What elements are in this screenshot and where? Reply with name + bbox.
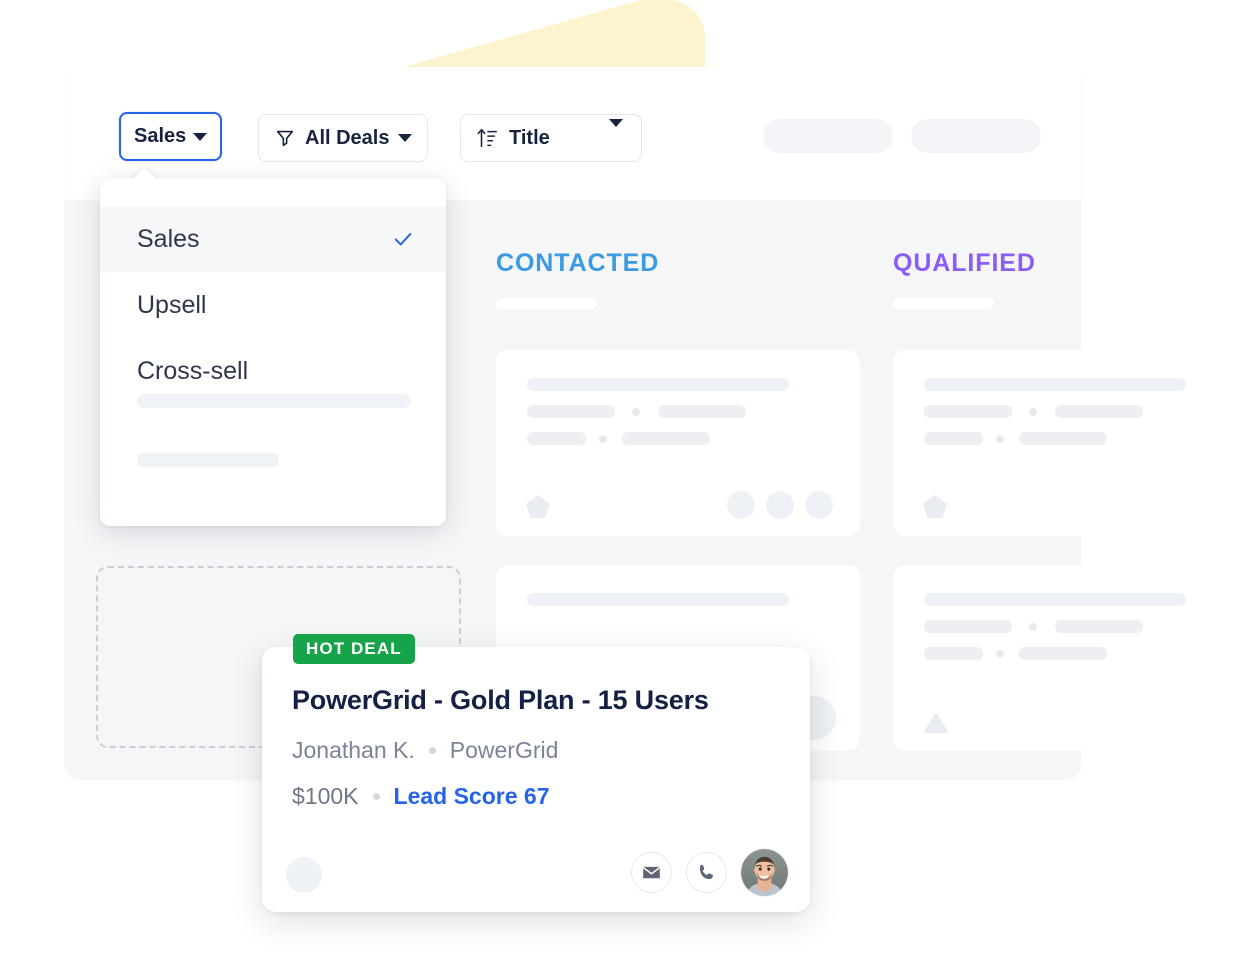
skeleton-dot [996,435,1004,443]
dropdown-item-list: Sales Upsell Cross-sell [100,206,446,404]
check-icon [394,232,412,246]
skeleton-title-bar [924,593,1186,606]
skeleton-avatar [727,491,755,519]
skeleton-bar [1055,620,1143,633]
chevron-down-icon [193,132,208,141]
skeleton-bar [658,405,746,418]
skeleton-card[interactable] [893,565,1240,751]
deal-amount: $100K [292,783,359,809]
owner-avatar[interactable] [741,849,788,896]
dropdown-item-label: Upsell [137,290,207,319]
skeleton-bar [924,620,1012,633]
dropdown-skeleton-bar [137,394,411,408]
pentagon-icon [923,495,947,518]
dropdown-item-sales[interactable]: Sales [100,206,446,272]
column-title-qualified: QUALIFIED [893,249,1036,277]
email-action-button[interactable] [631,852,672,893]
skeleton-bar [924,405,1012,418]
sort-button[interactable]: Title [460,114,642,162]
skeleton-bar [1055,405,1143,418]
skeleton-bar [527,432,586,445]
skeleton-dot [1029,623,1037,631]
dropdown-skeleton-bar [137,453,279,467]
skeleton-bar [1019,647,1107,660]
skeleton-title-bar [527,378,789,391]
skeleton-bar [924,647,983,660]
call-action-button[interactable] [686,852,727,893]
skeleton-bar [924,432,983,445]
pipeline-selector-button[interactable]: Sales [119,112,223,161]
triangle-icon [923,712,949,733]
deal-value-row: $100K Lead Score 67 [292,783,549,810]
skeleton-avatar [805,491,833,519]
dropdown-arrow [128,168,162,179]
skeleton-dot [996,650,1004,658]
separator-dot-icon [372,793,380,800]
deal-title: PowerGrid - Gold Plan - 15 Users [292,685,709,715]
deal-filter-button[interactable]: All Deals [258,114,429,162]
separator-dot-icon [428,747,436,754]
skeleton-card[interactable] [496,350,860,536]
deal-lead-score[interactable]: Lead Score 67 [394,783,550,810]
pipeline-dropdown-menu: Sales Upsell Cross-sell [100,178,446,526]
filter-funnel-icon [276,130,294,147]
toolbar-placeholder-pill-1 [763,119,893,153]
dropdown-item-label: Sales [137,224,200,253]
pentagon-icon [526,495,550,518]
column-subtitle-placeholder-qualified [893,298,994,309]
phone-icon [699,864,713,880]
envelope-icon [642,866,661,879]
deal-placeholder-circle [286,857,322,893]
skeleton-bar [1019,432,1107,445]
chevron-down-icon [398,134,413,142]
deal-contact-row: Jonathan K. PowerGrid [292,737,558,764]
dropdown-item-upsell[interactable]: Upsell [100,272,446,338]
skeleton-dot [599,435,607,443]
column-subtitle-placeholder-contacted [496,298,597,309]
deal-action-bar [631,849,788,896]
skeleton-avatar [766,491,794,519]
deal-filter-label: All Deals [305,126,390,149]
sort-field-label: Title [509,126,550,149]
deal-contact-name: Jonathan K. [292,737,415,763]
skeleton-bar [527,405,615,418]
deal-card[interactable]: HOT DEAL PowerGrid - Gold Plan - 15 User… [262,634,810,912]
dropdown-item-label: Cross-sell [137,356,249,385]
deal-company-name: PowerGrid [449,737,559,763]
chevron-down-icon [609,118,623,149]
skeleton-card[interactable] [893,350,1240,536]
skeleton-bar [622,432,710,445]
sort-ascending-icon [477,128,497,148]
status-badge: HOT DEAL [293,634,415,664]
sort-caret-wrap [609,118,623,150]
skeleton-title-bar [527,593,789,606]
skeleton-dot [1029,408,1037,416]
skeleton-dot [632,408,640,416]
pipeline-selector-label: Sales [134,125,187,147]
skeleton-title-bar [924,378,1186,391]
toolbar-placeholder-pill-2 [911,119,1041,153]
column-title-contacted: CONTACTED [496,249,660,277]
